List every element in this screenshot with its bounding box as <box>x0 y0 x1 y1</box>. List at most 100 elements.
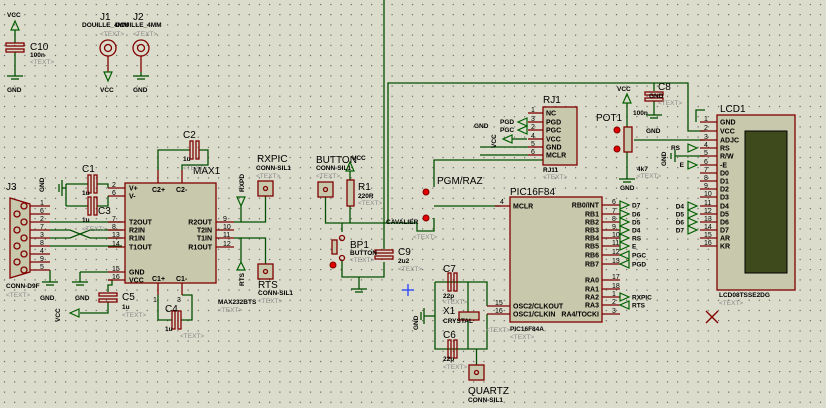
pin-name: C1+ <box>152 276 165 283</box>
gnd-label: GND <box>474 123 489 130</box>
text-placeholder: <TEXT> <box>719 300 743 307</box>
ref-label: LCD1 <box>720 104 746 115</box>
gnd-label: GND <box>40 295 55 302</box>
pin-marker-icon <box>422 214 430 222</box>
pin-name: R2IN <box>129 228 145 235</box>
pin-number: 1 <box>153 297 157 304</box>
value-label: 220R <box>358 193 374 200</box>
pin-name: R/W <box>720 154 734 161</box>
pin-name: RB6 <box>585 253 599 260</box>
pin-marker-icon <box>422 188 430 196</box>
pin-number: 9 <box>612 224 616 231</box>
value-label: 100n <box>633 110 648 117</box>
pin-number: 2 <box>531 124 535 131</box>
pin-number: 16 <box>112 274 120 281</box>
pin-number: 1 <box>612 291 616 298</box>
pin-name: ADJC <box>720 138 739 145</box>
value-label: 1u <box>183 156 191 163</box>
pin-name: RB7 <box>585 262 599 269</box>
pin-number: 4 <box>40 248 44 255</box>
gnd-label: GND <box>620 185 635 192</box>
gnd-label: GND <box>413 315 420 330</box>
ref-label: C7 <box>443 264 456 275</box>
pin-number: 10 <box>704 191 712 198</box>
pin-number: 3 <box>612 308 616 315</box>
pin-number: 7 <box>704 167 708 174</box>
gnd-label: GND <box>7 87 22 94</box>
ref-label: POT1 <box>596 113 623 124</box>
pin-name: R2OUT <box>188 220 212 227</box>
net-label-rts: RTS <box>239 272 246 286</box>
value-label: CONN-SIL1 <box>256 165 291 172</box>
pin-number: 6 <box>531 149 535 156</box>
lcd-screen <box>744 130 788 274</box>
pin-name: T2OUT <box>129 220 153 227</box>
pin-number: 8 <box>704 175 708 182</box>
gnd-label: GND <box>39 177 46 192</box>
pin-number: 13 <box>612 258 620 265</box>
pin-name: -E <box>720 163 727 170</box>
value-label: 4k7 <box>637 166 648 173</box>
vcc-label: VCC <box>55 308 62 322</box>
resistor-r1[interactable] <box>346 179 355 207</box>
net-label-e: E <box>680 162 685 169</box>
pin-name: C2- <box>176 187 188 194</box>
value-label: CONN-SIL1 <box>258 290 293 297</box>
pin-number: 2 <box>612 299 616 306</box>
pin-marker-icon <box>613 126 621 134</box>
button-actuator <box>331 239 338 255</box>
pin-name: MCLR <box>513 204 533 211</box>
schematic-canvas[interactable]: VCCGNDC10100n<TEXT>J1DOUILLE_4MM<TEXT>J2… <box>0 0 826 408</box>
pin-marker-icon <box>613 145 621 153</box>
pin-number: 7 <box>112 216 116 223</box>
pin-number: 12 <box>223 241 231 248</box>
connector-rts[interactable] <box>257 263 274 280</box>
pin-number: 4 <box>704 142 708 149</box>
pin-name: GND <box>129 270 145 277</box>
pin-name: OSC1/CLKIN <box>513 312 555 319</box>
pin-number: 16 <box>704 240 712 247</box>
ref-label: QUARTZ <box>468 386 509 397</box>
pin-name: T1IN <box>197 236 212 243</box>
value-label: PIC16F84A <box>510 326 544 333</box>
pin-number: 15 <box>704 232 712 239</box>
value-label: 2u2 <box>398 258 410 265</box>
value-label: DOUILLE_4MM <box>115 22 162 29</box>
pin-number: 3 <box>40 232 44 239</box>
vcc-label: VCC <box>617 86 631 93</box>
connector-quartz[interactable] <box>468 364 485 381</box>
net-label-rs: RS <box>671 145 681 152</box>
gnd-label: GND <box>649 93 664 100</box>
pin-number: 14 <box>112 241 120 248</box>
value-label: 1u <box>82 190 90 197</box>
pin-name: RA0 <box>585 278 599 285</box>
net-label-pgd: PGD <box>632 262 646 269</box>
ref-label: RXPIC <box>257 154 288 165</box>
text-placeholder: <TEXT> <box>122 312 146 319</box>
pin-name: V+ <box>129 186 138 193</box>
net-label-d7: D7 <box>632 203 641 210</box>
pin-number: 17 <box>612 274 620 281</box>
pin-number: 6 <box>612 199 616 206</box>
ref-label: X1 <box>443 306 456 317</box>
pin-number: 1 <box>704 116 708 123</box>
gnd-label: GND <box>75 295 90 302</box>
pin-name: OSC2/CLKOUT <box>513 304 564 311</box>
text-placeholder: <TEXT> <box>30 59 54 66</box>
pin-name: GND <box>546 145 562 152</box>
gnd-label: GND <box>133 87 148 94</box>
pin-number: 1 <box>40 200 44 207</box>
net-label-d7: D7 <box>676 228 685 235</box>
pin-number: 15 <box>112 266 120 273</box>
connector-button[interactable] <box>317 181 334 198</box>
potentiometer-pot1[interactable] <box>623 126 633 153</box>
pin-name: VCC <box>546 137 561 144</box>
ref-label: C1 <box>82 164 95 175</box>
net-label-pgc: PGC <box>632 253 646 260</box>
text-placeholder: <TEXT> <box>350 257 374 264</box>
connector-rxpic[interactable] <box>257 180 274 197</box>
vcc-label: VCC <box>352 155 366 162</box>
pin-number: 11 <box>612 240 619 247</box>
grid <box>0 0 826 408</box>
ref-label: C6 <box>443 330 456 341</box>
